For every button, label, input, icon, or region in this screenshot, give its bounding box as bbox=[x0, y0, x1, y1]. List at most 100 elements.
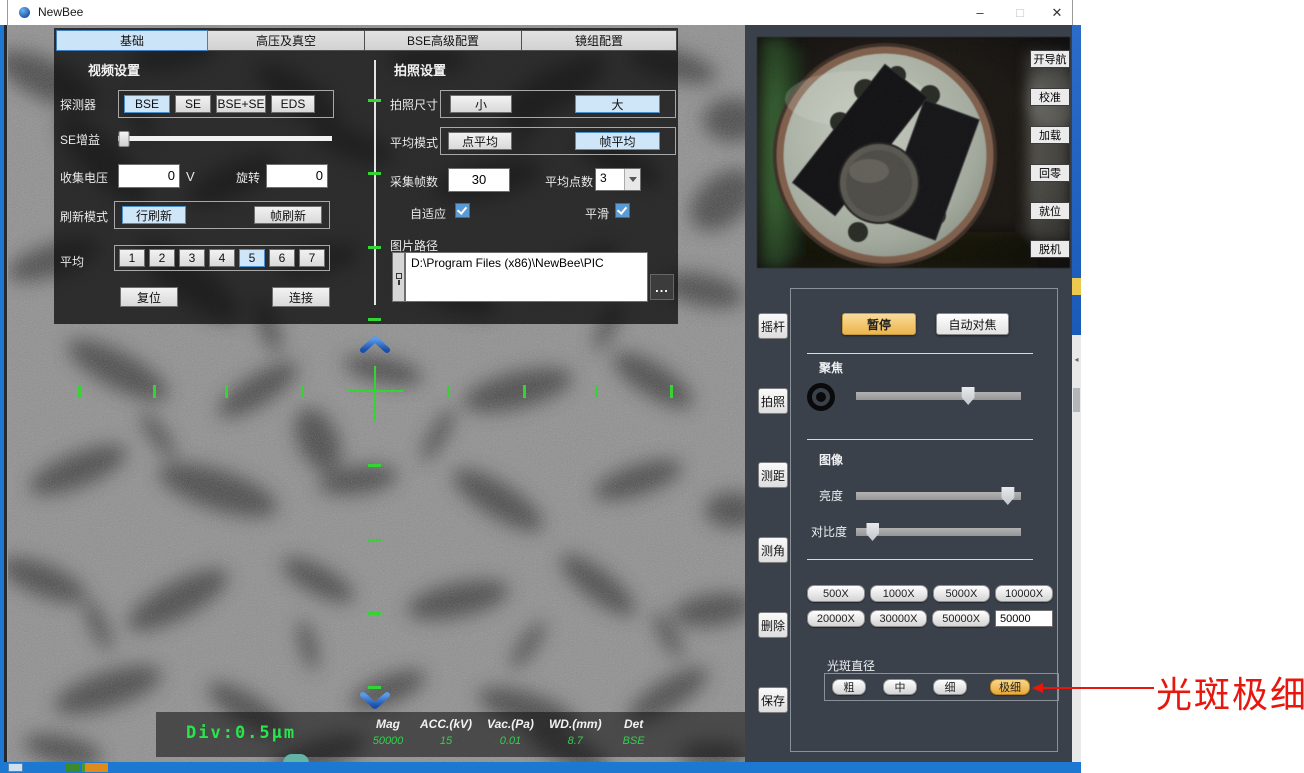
open-navigation-button[interactable]: 开导航 bbox=[1030, 50, 1070, 68]
mag-10000x-button[interactable]: 10000X bbox=[995, 585, 1053, 602]
refresh-line-button[interactable]: 行刷新 bbox=[122, 206, 186, 224]
reset-button[interactable]: 复位 bbox=[120, 287, 178, 307]
focus-record-icon[interactable] bbox=[807, 383, 835, 411]
se-gain-thumb[interactable] bbox=[119, 131, 130, 147]
frames-input[interactable]: 30 bbox=[448, 168, 510, 192]
taskbar-orange-app-icon[interactable] bbox=[82, 763, 108, 772]
points-label: 平均点数 bbox=[545, 173, 593, 190]
brightness-slider-thumb[interactable] bbox=[1001, 487, 1014, 505]
points-select[interactable]: 3 bbox=[595, 168, 641, 191]
autofocus-button[interactable]: 自动对焦 bbox=[936, 313, 1009, 335]
overlay-tick bbox=[368, 612, 381, 615]
browse-button[interactable]: ... bbox=[650, 274, 674, 300]
mag-5000x-button[interactable]: 5000X bbox=[933, 585, 991, 602]
pause-button[interactable]: 暂停 bbox=[842, 313, 916, 335]
avg-mode-label: 平均模式 bbox=[390, 134, 438, 151]
refresh-frame-button[interactable]: 帧刷新 bbox=[254, 206, 322, 224]
path-pin-icon[interactable] bbox=[392, 252, 405, 302]
close-button[interactable]: ✕ bbox=[1040, 0, 1074, 25]
load-button[interactable]: 加载 bbox=[1030, 126, 1070, 144]
photo-size-large-button[interactable]: 大 bbox=[575, 95, 660, 113]
voltage-unit: V bbox=[186, 169, 195, 184]
calibrate-button[interactable]: 校准 bbox=[1030, 88, 1070, 106]
chevron-up-icon bbox=[360, 336, 390, 353]
app-title: NewBee bbox=[38, 5, 83, 19]
measure-angle-button[interactable]: 测角 bbox=[758, 537, 788, 563]
connect-button[interactable]: 连接 bbox=[272, 287, 330, 307]
spot-medium-button[interactable]: 中 bbox=[883, 679, 917, 695]
rotation-input[interactable]: 0 bbox=[266, 164, 328, 188]
screenshot-canvas: NewBee – □ ✕ bbox=[0, 0, 1304, 773]
scrollbar-thumb[interactable] bbox=[1073, 388, 1080, 412]
tab-bse-advanced[interactable]: BSE高级配置 bbox=[365, 30, 522, 51]
overlay-tick bbox=[368, 539, 381, 542]
sem-live-image: 基础 高压及真空 BSE高级配置 镜组配置 视频设置 探测器 BSE SE BS… bbox=[8, 25, 745, 762]
average-6-button[interactable]: 6 bbox=[269, 249, 295, 267]
overlay-tick bbox=[595, 385, 598, 398]
path-input[interactable]: D:\Program Files (x86)\NewBee\PIC bbox=[405, 252, 648, 302]
contrast-label: 对比度 bbox=[811, 523, 847, 540]
mag-500x-button[interactable]: 500X bbox=[807, 585, 865, 602]
rotation-label: 旋转 bbox=[236, 169, 260, 186]
contrast-slider-thumb[interactable] bbox=[866, 523, 879, 541]
video-settings-panel: 视频设置 探测器 BSE SE BSE+SE EDS SE增益 收集电压 0 V… bbox=[54, 55, 346, 317]
photo-settings-title: 拍照设置 bbox=[394, 60, 446, 79]
contrast-slider[interactable] bbox=[856, 528, 1021, 536]
focus-slider[interactable] bbox=[856, 392, 1021, 400]
taskbar-window-icon[interactable] bbox=[8, 763, 23, 772]
spot-extra-fine-button[interactable]: 极细 bbox=[990, 679, 1030, 695]
overlay-tick bbox=[368, 246, 381, 249]
voltage-label: 收集电压 bbox=[60, 169, 108, 186]
overlay-vertical-axis-line bbox=[374, 60, 376, 305]
se-gain-slider[interactable] bbox=[118, 136, 332, 141]
save-button[interactable]: 保存 bbox=[758, 687, 788, 713]
mag-1000x-button[interactable]: 1000X bbox=[870, 585, 928, 602]
crosshair-vertical bbox=[374, 366, 376, 421]
smooth-checkbox[interactable] bbox=[615, 203, 630, 218]
brightness-slider[interactable] bbox=[856, 492, 1021, 500]
check-icon bbox=[457, 204, 467, 215]
detector-eds-button[interactable]: EDS bbox=[271, 95, 315, 113]
voltage-input[interactable]: 0 bbox=[118, 164, 180, 188]
overlay-tick bbox=[225, 385, 228, 398]
average-5-button[interactable]: 5 bbox=[239, 249, 265, 267]
chamber-camera-image bbox=[757, 37, 1070, 268]
detector-bse-se-button[interactable]: BSE+SE bbox=[216, 95, 266, 113]
photo-size-small-button[interactable]: 小 bbox=[450, 95, 512, 113]
average-3-button[interactable]: 3 bbox=[179, 249, 205, 267]
mag-20000x-button[interactable]: 20000X bbox=[807, 610, 865, 627]
joystick-button[interactable]: 摇杆 bbox=[758, 313, 788, 339]
mag-30000x-button[interactable]: 30000X bbox=[870, 610, 928, 627]
average-1-button[interactable]: 1 bbox=[119, 249, 145, 267]
avg-frame-button[interactable]: 帧平均 bbox=[575, 132, 660, 150]
measure-distance-button[interactable]: 测距 bbox=[758, 462, 788, 488]
return-zero-button[interactable]: 回零 bbox=[1030, 164, 1070, 182]
video-settings-title: 视频设置 bbox=[88, 60, 140, 79]
minimize-button[interactable]: – bbox=[963, 0, 997, 25]
spot-coarse-button[interactable]: 粗 bbox=[832, 679, 866, 695]
taskbar-green-app-icon[interactable] bbox=[66, 763, 80, 772]
average-2-button[interactable]: 2 bbox=[149, 249, 175, 267]
detector-se-button[interactable]: SE bbox=[175, 95, 211, 113]
average-7-button[interactable]: 7 bbox=[299, 249, 325, 267]
overlay-tick bbox=[78, 385, 81, 398]
tab-hv-vacuum[interactable]: 高压及真空 bbox=[208, 30, 365, 51]
tab-lens-config[interactable]: 镜组配置 bbox=[522, 30, 677, 51]
in-position-button[interactable]: 就位 bbox=[1030, 202, 1070, 220]
tab-basic[interactable]: 基础 bbox=[56, 30, 208, 51]
detector-bse-button[interactable]: BSE bbox=[124, 95, 170, 113]
taskbar[interactable] bbox=[0, 762, 1081, 773]
capture-button[interactable]: 拍照 bbox=[758, 388, 788, 414]
mag-value-input[interactable] bbox=[995, 610, 1053, 627]
adaptive-checkbox[interactable] bbox=[455, 203, 470, 218]
delete-button[interactable]: 删除 bbox=[758, 612, 788, 638]
spot-fine-button[interactable]: 细 bbox=[933, 679, 967, 695]
average-4-button[interactable]: 4 bbox=[209, 249, 235, 267]
offline-button[interactable]: 脱机 bbox=[1030, 240, 1070, 258]
maximize-button[interactable]: □ bbox=[1003, 0, 1037, 25]
mag-50000x-button[interactable]: 50000X bbox=[932, 610, 990, 627]
avg-point-button[interactable]: 点平均 bbox=[448, 132, 512, 150]
average-label: 平均 bbox=[60, 253, 84, 270]
chevron-down-icon[interactable] bbox=[624, 169, 640, 190]
focus-slider-thumb[interactable] bbox=[962, 387, 975, 405]
